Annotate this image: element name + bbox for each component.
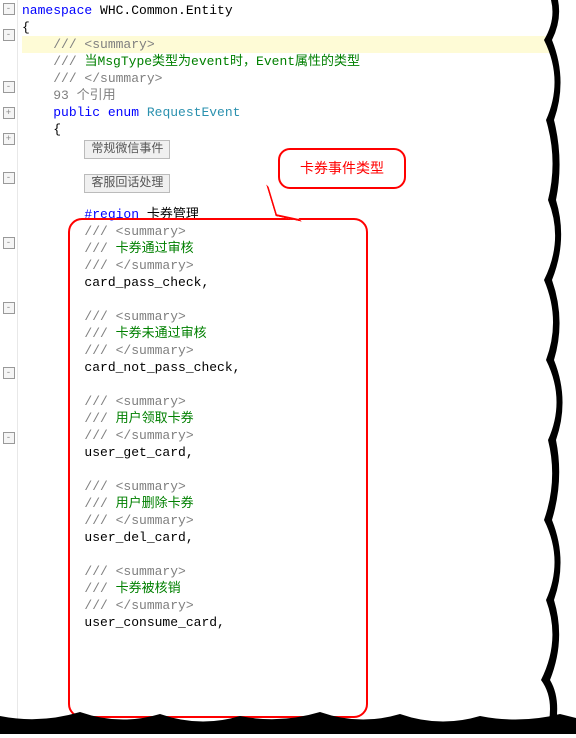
keyword-namespace: namespace [22, 3, 92, 18]
region-keyword: #region [84, 207, 139, 222]
member-desc: 卡券未通过审核 [116, 326, 207, 341]
brace: { [53, 122, 61, 137]
enum-description: 当MsgType类型为event时，Event属性的类型 [84, 54, 360, 69]
folding-gutter: - - - + + - - - - - [0, 0, 18, 734]
member-desc: 卡券被核销 [116, 581, 181, 596]
member-desc: 用户领取卡券 [116, 411, 194, 426]
xml-doc: /// <summary> [53, 37, 154, 52]
references-count[interactable]: 93 个引用 [53, 88, 115, 103]
enum-member: user_get_card, [84, 445, 193, 460]
fold-toggle[interactable]: - [3, 237, 15, 249]
collapsed-region[interactable]: 客服回话处理 [84, 174, 170, 193]
keyword-public: public [53, 105, 100, 120]
member-desc: 用户删除卡券 [116, 496, 194, 511]
code-content[interactable]: namespace WHC.Common.Entity { /// <summa… [18, 0, 576, 734]
enum-member: card_pass_check, [84, 275, 209, 290]
fold-toggle[interactable]: + [3, 107, 15, 119]
type-name: RequestEvent [147, 105, 241, 120]
xml-doc: /// </summary> [53, 71, 162, 86]
fold-line [3, 16, 15, 28]
region-name: 卡券管理 [139, 207, 199, 222]
member-desc: 卡券通过审核 [116, 241, 194, 256]
keyword-enum: enum [100, 105, 147, 120]
enum-member: user_consume_card, [84, 615, 224, 630]
code-editor: - - - + + - - - - - namespace WHC [0, 0, 576, 734]
fold-toggle[interactable]: - [3, 29, 15, 41]
namespace-name: WHC.Common.Entity [92, 3, 232, 18]
fold-toggle[interactable]: - [3, 432, 15, 444]
brace: { [22, 19, 576, 36]
enum-member: card_not_pass_check, [84, 360, 240, 375]
collapsed-region[interactable]: 常规微信事件 [84, 140, 170, 159]
fold-toggle[interactable]: - [3, 3, 15, 15]
enum-member: user_del_card, [84, 530, 193, 545]
fold-toggle[interactable]: + [3, 133, 15, 145]
callout-text: 卡券事件类型 [278, 148, 406, 189]
fold-toggle[interactable]: - [3, 302, 15, 314]
fold-toggle[interactable]: - [3, 367, 15, 379]
xml-doc-prefix: /// [53, 54, 84, 69]
fold-toggle[interactable]: - [3, 81, 15, 93]
fold-toggle[interactable]: - [3, 172, 15, 184]
annotation-callout: 卡券事件类型 [278, 148, 406, 189]
